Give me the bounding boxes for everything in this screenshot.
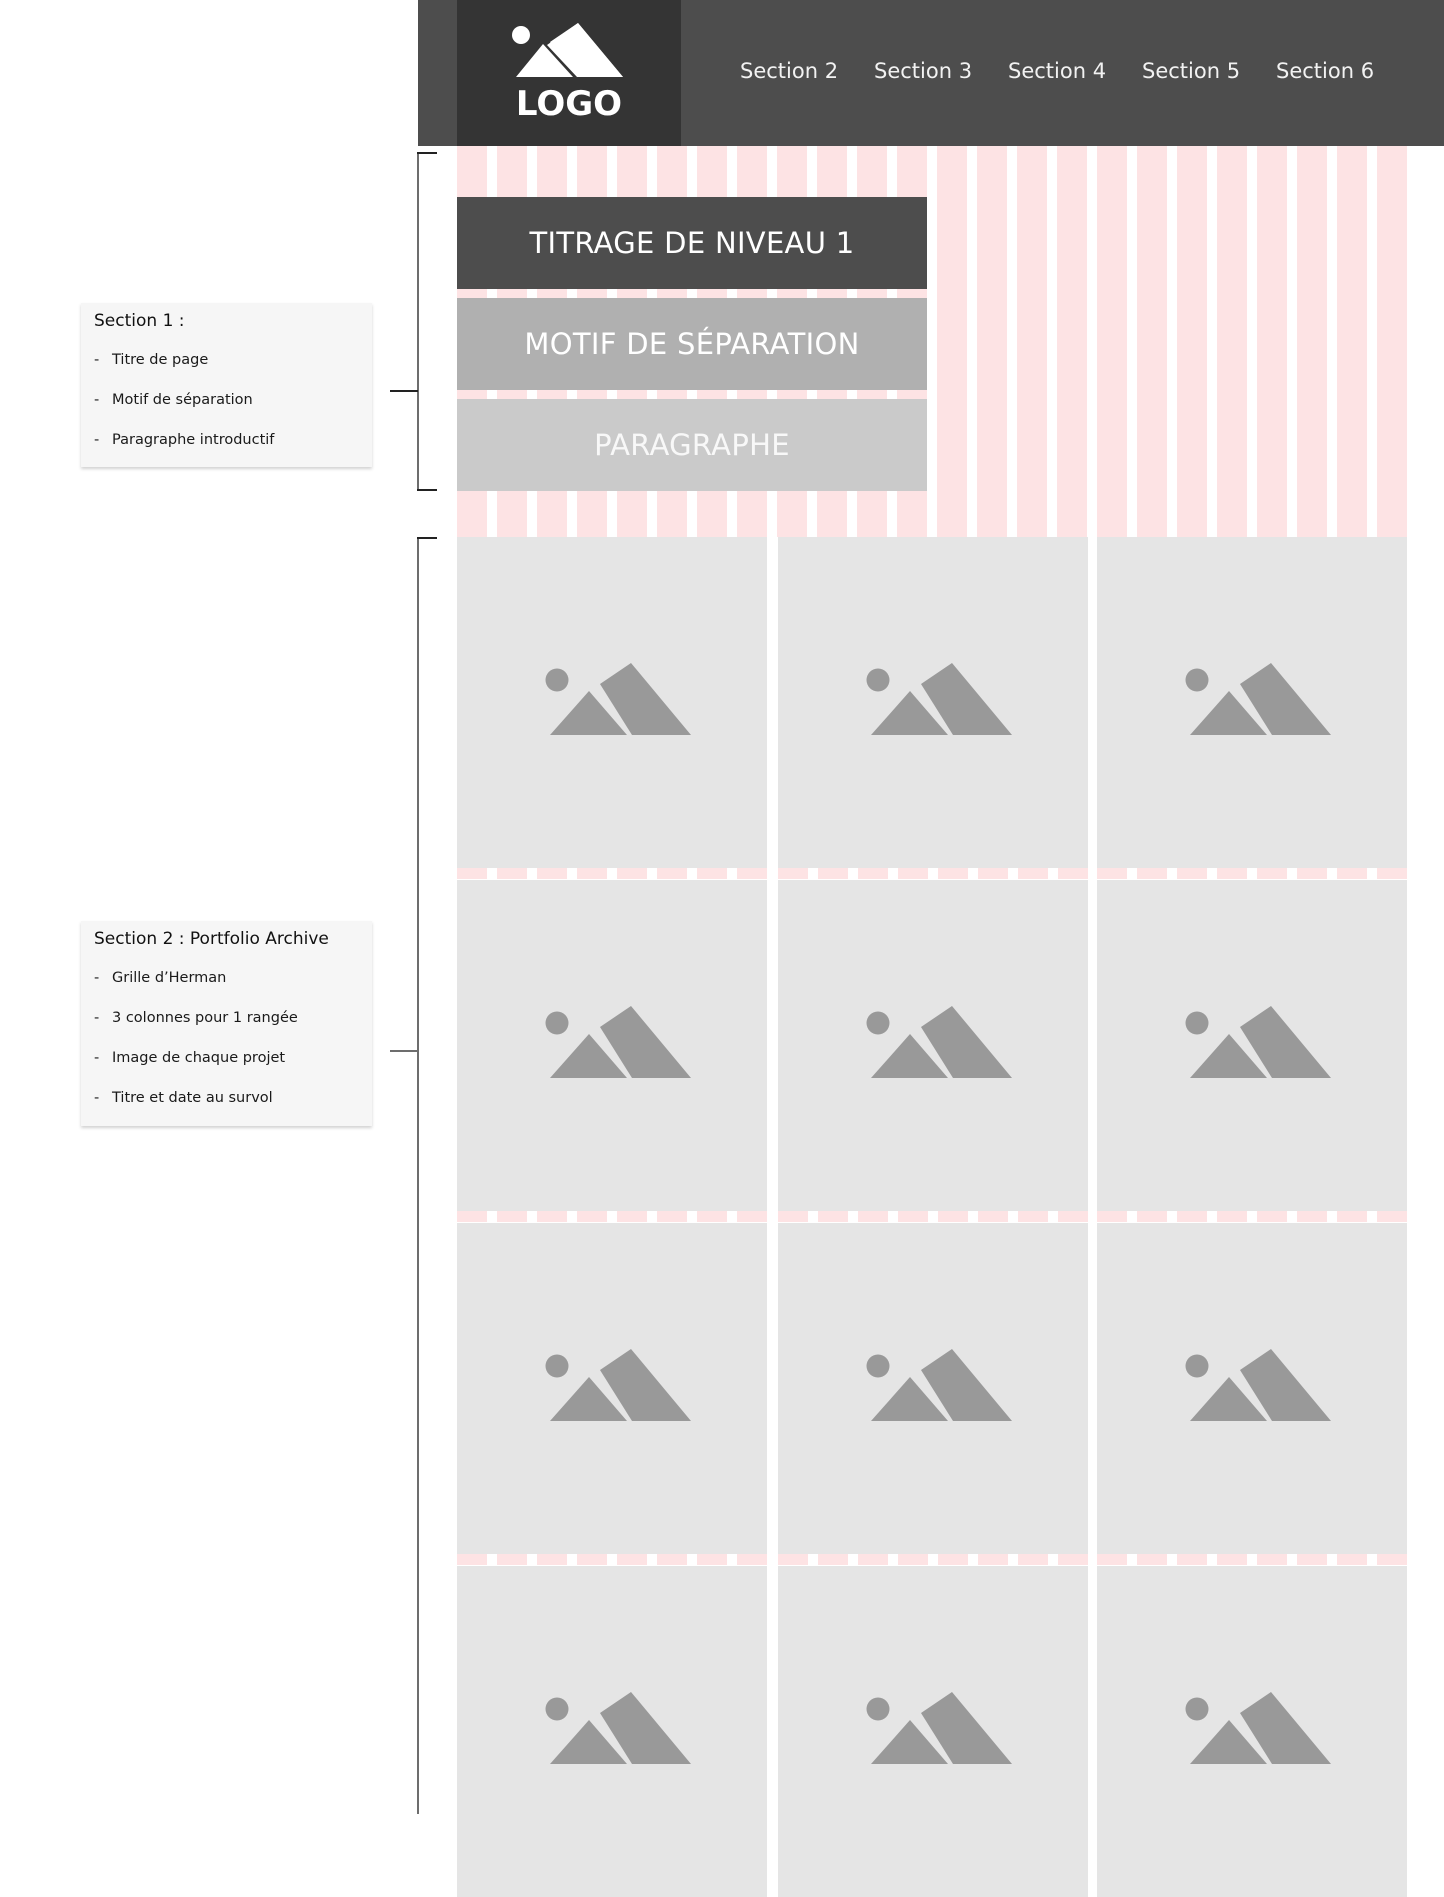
image-placeholder-icon (1185, 1349, 1331, 1421)
portfolio-item[interactable] (457, 537, 767, 868)
grid-gutter-band (1097, 868, 1407, 879)
nav-item-section-5[interactable]: Section 5 (1142, 56, 1276, 86)
nav-item-section-3[interactable]: Section 3 (874, 56, 1008, 86)
annotation-title: Section 1 : (94, 311, 185, 331)
grid-gutter-band (1097, 1554, 1407, 1565)
annotation-title: Section 2 : Portfolio Archive (94, 929, 329, 949)
nav-item-section-4[interactable]: Section 4 (1008, 56, 1142, 86)
annotation-section-2: Section 2 : Portfolio Archive - Grille d’… (81, 921, 372, 1126)
logo[interactable]: LOGO (457, 0, 681, 146)
bracket-tick (417, 489, 437, 491)
portfolio-grid (457, 537, 1407, 1897)
portfolio-item[interactable] (457, 880, 767, 1211)
image-placeholder-icon (866, 663, 1012, 735)
image-placeholder-icon (1185, 1006, 1331, 1078)
annotation-item: - Titre de page (94, 352, 209, 368)
bracket-tick (417, 537, 437, 539)
annotation-item: - Paragraphe introductif (94, 432, 275, 448)
portfolio-item[interactable] (457, 1223, 767, 1554)
grid-gutter-band (1097, 1211, 1407, 1222)
image-placeholder-icon (1185, 663, 1331, 735)
portfolio-item[interactable] (1097, 537, 1407, 868)
bracket-section-2 (417, 537, 419, 1814)
grid-gutter-band (778, 1211, 1088, 1222)
portfolio-item[interactable] (1097, 1223, 1407, 1554)
portfolio-item[interactable] (778, 1566, 1088, 1897)
nav-item-section-2[interactable]: Section 2 (740, 56, 874, 86)
grid-gutter-band (778, 868, 1088, 879)
image-placeholder-icon (545, 663, 691, 735)
grid-gutter-band (457, 1211, 767, 1222)
annotation-item: - Grille d’Herman (94, 970, 227, 986)
mountain-image-icon (512, 23, 623, 77)
image-placeholder-icon (1185, 1692, 1331, 1764)
image-placeholder-icon (545, 1692, 691, 1764)
page-title: TITRAGE DE NIVEAU 1 (457, 197, 927, 289)
separator-pattern: MOTIF DE SÉPARATION (457, 298, 927, 390)
bracket-section-1 (417, 152, 419, 491)
annotation-item: - Image de chaque projet (94, 1050, 286, 1066)
grid-gutter-band (457, 1554, 767, 1565)
annotation-item: - Titre et date au survol (94, 1090, 273, 1106)
image-placeholder-icon (545, 1006, 691, 1078)
image-placeholder-icon (866, 1349, 1012, 1421)
logo-text: LOGO (515, 84, 623, 124)
intro-paragraph: PARAGRAPHE (457, 399, 927, 491)
annotation-item: -3 colonnes pour 1 rangée (94, 1010, 298, 1026)
site-header: LOGO Section 2 Section 3 Section 4 Secti… (418, 0, 1444, 146)
portfolio-item[interactable] (778, 880, 1088, 1211)
bracket-connector (390, 1050, 418, 1052)
portfolio-item[interactable] (1097, 1566, 1407, 1897)
grid-gutter-band (457, 868, 767, 879)
annotation-item: - Motif de séparation (94, 392, 253, 408)
annotation-section-1: Section 1 : - Titre de page - Motif de sép… (81, 303, 372, 467)
hero-section: TITRAGE DE NIVEAU 1 MOTIF DE SÉPARATION … (457, 146, 1407, 537)
image-placeholder-icon (545, 1349, 691, 1421)
portfolio-item[interactable] (457, 1566, 767, 1897)
main-nav: Section 2 Section 3 Section 4 Section 5 … (740, 56, 1410, 86)
portfolio-item[interactable] (1097, 880, 1407, 1211)
image-placeholder-icon (866, 1692, 1012, 1764)
portfolio-item[interactable] (778, 1223, 1088, 1554)
portfolio-item[interactable] (778, 537, 1088, 868)
bracket-connector (390, 390, 418, 392)
grid-gutter-band (778, 1554, 1088, 1565)
nav-item-section-6[interactable]: Section 6 (1276, 56, 1410, 86)
image-placeholder-icon (866, 1006, 1012, 1078)
bracket-tick (417, 152, 437, 154)
